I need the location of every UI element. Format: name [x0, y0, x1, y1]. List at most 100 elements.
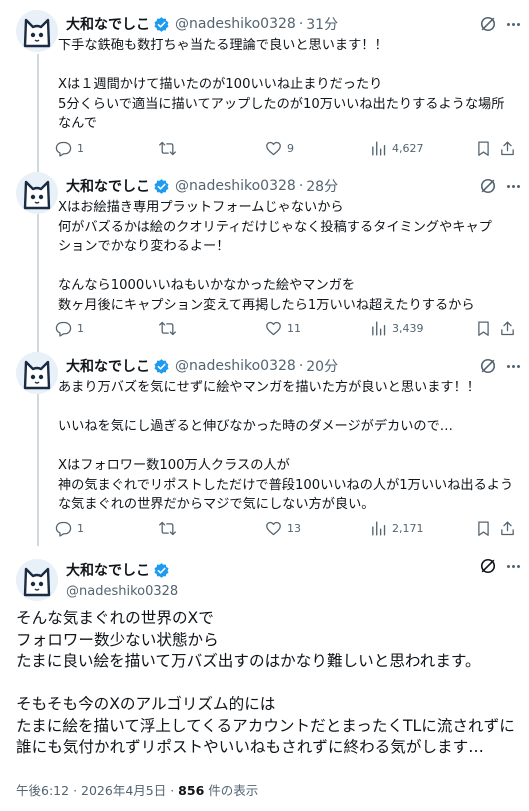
- avatar[interactable]: [16, 559, 58, 601]
- repost-button[interactable]: [159, 518, 181, 538]
- heart-icon: [266, 521, 281, 535]
- heart-icon: [266, 321, 281, 335]
- tweet-line: 誰にも気付かれずリポストやいいねもされずに終わる気がします…: [16, 738, 484, 756]
- share-button[interactable]: [499, 138, 516, 158]
- author-name[interactable]: 大和なでしこ: [66, 14, 150, 34]
- tweet-text: あまり万バズを気にせずに絵やマンガを描いた方が良いと思います！！ いいねを気にし…: [58, 378, 520, 515]
- author-name[interactable]: 大和なでしこ: [66, 560, 150, 580]
- like-button[interactable]: 9: [265, 138, 294, 158]
- more-icon[interactable]: [503, 356, 523, 376]
- separator-dot: ·: [73, 783, 82, 798]
- reply-icon: [55, 521, 72, 537]
- tweet-header: 大和なでしこ @nadeshiko0328 · 20分: [66, 356, 338, 376]
- bookmark-button[interactable]: [475, 518, 492, 538]
- like-count: 9: [287, 141, 294, 155]
- author-name[interactable]: 大和なでしこ: [66, 176, 150, 196]
- reply-count: 1: [77, 521, 84, 535]
- tweet-line: なんなら1000いいねもいかなかった絵やマンガを: [58, 278, 356, 293]
- post-time[interactable]: 午後6:12: [16, 783, 69, 798]
- bookmark-icon: [478, 520, 489, 536]
- views-count: 2,171: [392, 521, 424, 535]
- views-button[interactable]: 2,171: [370, 518, 424, 538]
- tweet-line: いいねを気にし過ぎると伸びなかった時のダメージがデカいので…: [58, 419, 453, 434]
- like-count: 11: [287, 321, 301, 335]
- grok-icon[interactable]: [478, 356, 498, 376]
- tweet-line: そんな気まぐれの世界のXで: [16, 609, 214, 627]
- thread-line: [37, 214, 39, 352]
- tweet-time[interactable]: 28分: [306, 176, 338, 196]
- author-handle[interactable]: @nadeshiko0328: [66, 584, 178, 599]
- tweet-line: たまに良い絵を描いて万バズ出すのはかなり難しいと思われます。: [16, 652, 481, 670]
- reply-button[interactable]: 1: [55, 138, 84, 158]
- tweet-time[interactable]: 20分: [306, 356, 338, 376]
- author-name-row: 大和なでしこ: [66, 560, 178, 580]
- reply-button[interactable]: 1: [55, 318, 84, 338]
- more-icon[interactable]: [503, 556, 523, 576]
- thread-line: [37, 54, 39, 172]
- bookmark-icon: [478, 320, 489, 336]
- tweet-line: 何がバズるかは絵のクオリティだけじゃなく投稿するタイミングやキャプ: [58, 219, 492, 235]
- views-icon: [372, 140, 386, 156]
- repost-icon: [159, 321, 176, 335]
- verified-badge-icon: [153, 562, 170, 579]
- avatar[interactable]: [16, 10, 58, 52]
- tweet-line: 神の気まぐれでリポストしただけで普段100いいねの人が1万いいね出るよう: [58, 477, 514, 493]
- repost-icon: [159, 521, 176, 535]
- grok-icon[interactable]: [478, 176, 498, 196]
- tweet-line: あまり万バズを気にせずに絵やマンガを描いた方が良いと思います！！: [58, 380, 480, 395]
- reply-icon: [55, 141, 72, 157]
- views-count: 3,439: [392, 321, 424, 335]
- views-icon: [372, 320, 386, 336]
- tweet-line: 数ヶ月後にキャプション変えて再掲したら1万いいね超えたりするから: [58, 297, 475, 313]
- more-icon[interactable]: [503, 176, 523, 196]
- share-icon: [501, 140, 514, 155]
- share-button[interactable]: [499, 318, 516, 338]
- tweet-line: なんで: [58, 116, 97, 131]
- like-button[interactable]: 13: [265, 518, 301, 538]
- grok-icon[interactable]: [478, 556, 498, 576]
- views-button[interactable]: 4,627: [370, 138, 424, 158]
- verified-badge-icon: [153, 358, 170, 375]
- author-handle[interactable]: @nadeshiko0328: [175, 178, 296, 194]
- tweet-line: 下手な鉄砲も数打ちゃ当たる理論で良いと思います！！: [58, 38, 388, 53]
- more-icon[interactable]: [503, 14, 523, 34]
- separator-dot: ·: [298, 178, 304, 194]
- reply-button[interactable]: 1: [55, 518, 84, 538]
- post-date[interactable]: 2026年4月5日: [81, 783, 166, 798]
- grok-icon[interactable]: [478, 14, 498, 34]
- tweet-time[interactable]: 31分: [306, 14, 338, 34]
- repost-button[interactable]: [159, 138, 181, 158]
- main-tweet-author: 大和なでしこ @nadeshiko0328: [66, 560, 178, 599]
- view-label: 件の表示: [208, 783, 259, 798]
- avatar[interactable]: [16, 352, 58, 394]
- tweet-meta: 午後6:12 · 2026年4月5日 · 856 件の表示: [16, 780, 258, 799]
- bookmark-button[interactable]: [475, 318, 492, 338]
- tweet-line: ションでかなり変わるよー！: [58, 239, 230, 254]
- tweet-line: Xはフォロワー数100万人クラスの人が: [58, 458, 290, 473]
- tweet-line: Xはお絵描き専用プラットフォームじゃないから: [58, 200, 344, 215]
- bookmark-icon: [478, 140, 489, 156]
- author-name[interactable]: 大和なでしこ: [66, 356, 150, 376]
- author-handle[interactable]: @nadeshiko0328: [175, 358, 296, 374]
- repost-icon: [159, 141, 176, 155]
- avatar[interactable]: [16, 172, 58, 214]
- views-button[interactable]: 3,439: [370, 318, 424, 338]
- tweet-actions: 1 9 4,627: [55, 138, 515, 158]
- share-icon: [501, 320, 514, 335]
- separator-dot: ·: [170, 783, 179, 798]
- share-button[interactable]: [499, 518, 516, 538]
- tweet-actions: 1 13 2,171: [55, 518, 515, 538]
- views-icon: [372, 520, 386, 536]
- main-tweet-text: そんな気まぐれの世界のXで フォロワー数少ない状態から たまに良い絵を描いて万バ…: [16, 608, 521, 759]
- tweet-line: 5分くらいで適当に描いてアップしたのが10万いいね出たりするような場所: [58, 96, 505, 112]
- bookmark-button[interactable]: [475, 138, 492, 158]
- author-handle[interactable]: @nadeshiko0328: [175, 16, 296, 32]
- tweet-actions: 1 11 3,439: [55, 318, 515, 338]
- repost-button[interactable]: [159, 318, 181, 338]
- like-count: 13: [287, 521, 301, 535]
- like-button[interactable]: 11: [265, 318, 301, 338]
- views-count: 4,627: [392, 141, 424, 155]
